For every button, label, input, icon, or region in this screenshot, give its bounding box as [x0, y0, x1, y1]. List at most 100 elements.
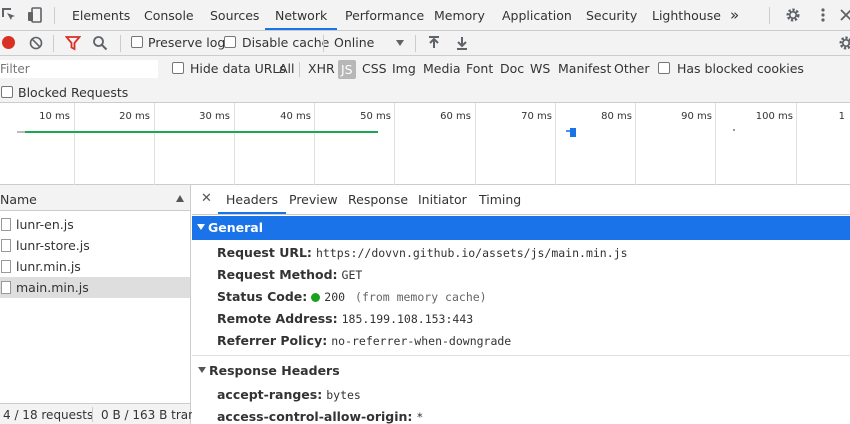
filter-type-xhr[interactable]: XHR [308, 61, 335, 76]
filter-type-js[interactable]: JS [338, 60, 356, 79]
blocked-requests-checkbox[interactable] [1, 86, 13, 98]
filter-type-css[interactable]: CSS [362, 61, 387, 76]
timeline-gridline [314, 103, 315, 185]
general-section-header[interactable]: General [192, 216, 850, 240]
filter-type-img[interactable]: Img [392, 61, 416, 76]
request-list: Name lunr-en.js lunr-store.js lunr.min.j… [0, 185, 202, 424]
filter-type-all[interactable]: All [279, 61, 295, 76]
has-blocked-cookies-label: Has blocked cookies [677, 61, 804, 76]
general-section-title: General [208, 220, 263, 235]
timeline-tick-label: 60 ms [440, 111, 471, 122]
filter-funnel-icon[interactable] [64, 35, 82, 51]
request-row-selected[interactable]: main.min.js [0, 277, 190, 298]
timeline-tick-label: 80 ms [601, 111, 632, 122]
inspect-element-icon[interactable] [1, 7, 17, 23]
more-options-icon[interactable] [815, 7, 831, 23]
tab-headers[interactable]: Headers [218, 185, 287, 214]
filter-type-media[interactable]: Media [423, 61, 461, 76]
divider [415, 35, 416, 52]
tab-memory[interactable]: Memory [434, 0, 485, 30]
timeline-gridline [394, 103, 395, 185]
timeline-tick-label: 40 ms [280, 111, 311, 122]
filter-type-font[interactable]: Font [466, 61, 493, 76]
request-row[interactable]: lunr-store.js [0, 235, 190, 256]
preserve-log-label: Preserve log [148, 35, 226, 50]
response-header-key: accept-ranges: [217, 387, 323, 402]
more-tabs-icon[interactable]: » [730, 0, 739, 30]
filter-type-other[interactable]: Other [614, 61, 650, 76]
request-details: ✕ Headers Preview Response Initiator Tim… [192, 185, 850, 424]
sort-ascending-icon[interactable] [176, 195, 184, 202]
disable-cache-label: Disable cache [242, 35, 330, 50]
response-headers-section-header[interactable]: Response Headers [192, 358, 850, 382]
request-count: 4 / 18 requests [3, 408, 94, 422]
export-har-icon[interactable] [454, 35, 470, 51]
status-ok-icon [311, 293, 321, 302]
file-icon [1, 281, 11, 294]
request-row[interactable]: lunr.min.js [0, 256, 190, 277]
expand-triangle-icon [198, 367, 206, 373]
tab-console[interactable]: Console [144, 0, 194, 30]
filter-type-doc[interactable]: Doc [500, 61, 524, 76]
preserve-log-checkbox[interactable] [131, 36, 143, 48]
remote-address-value: 185.199.108.153:443 [341, 312, 474, 326]
timeline-request-bar [733, 129, 735, 131]
hide-data-urls-checkbox[interactable] [172, 62, 184, 74]
filter-type-ws[interactable]: WS [530, 61, 550, 76]
filter-input[interactable] [0, 60, 158, 78]
network-settings-gear-icon[interactable] [838, 35, 850, 51]
request-name: lunr-store.js [16, 238, 90, 253]
divider [299, 62, 300, 77]
chevron-down-icon[interactable] [396, 40, 404, 46]
search-icon[interactable] [92, 35, 108, 51]
filter-bar: Hide data URLs All XHR JS CSS Img Media … [0, 56, 850, 103]
tab-security[interactable]: Security [586, 0, 637, 30]
response-header-row: accept-ranges: bytes [217, 387, 361, 402]
record-icon[interactable] [2, 36, 15, 49]
tab-lighthouse[interactable]: Lighthouse [652, 0, 721, 30]
timeline-tick-label: 30 ms [199, 111, 230, 122]
referrer-policy-label: Referrer Policy: [217, 333, 328, 348]
timeline-tick-label: 100 ms [755, 111, 793, 122]
details-tab-bar: ✕ Headers Preview Response Initiator Tim… [192, 185, 850, 215]
settings-gear-icon[interactable] [785, 7, 801, 23]
request-url-label: Request URL: [217, 245, 312, 260]
referrer-policy-value: no-referrer-when-downgrade [331, 334, 512, 348]
request-row[interactable]: lunr-en.js [0, 214, 190, 235]
has-blocked-cookies-checkbox[interactable] [658, 62, 670, 74]
close-details-icon[interactable]: ✕ [201, 191, 212, 206]
tab-preview[interactable]: Preview [289, 185, 338, 214]
filter-type-manifest[interactable]: Manifest [558, 61, 611, 76]
tab-network[interactable]: Network [265, 0, 338, 30]
clear-icon[interactable] [28, 35, 44, 51]
timeline-tick-label: 90 ms [681, 111, 712, 122]
hide-data-urls-label: Hide data URLs [190, 61, 286, 76]
timeline-gridline [715, 103, 716, 185]
tab-response[interactable]: Response [348, 185, 408, 214]
tab-timing[interactable]: Timing [479, 185, 521, 214]
device-toolbar-icon[interactable] [27, 7, 43, 23]
divider [120, 35, 121, 52]
divider [54, 7, 55, 24]
timeline-gridline [234, 103, 235, 185]
close-devtools-icon[interactable] [838, 7, 850, 23]
tab-sources[interactable]: Sources [210, 0, 259, 30]
tab-performance[interactable]: Performance [345, 0, 424, 30]
tab-elements[interactable]: Elements [72, 0, 130, 30]
tab-initiator[interactable]: Initiator [418, 185, 467, 214]
import-har-icon[interactable] [426, 35, 442, 51]
throttle-select[interactable]: Online [334, 35, 374, 50]
tab-application[interactable]: Application [502, 0, 572, 30]
blocked-requests-label: Blocked Requests [18, 85, 129, 100]
request-name: main.min.js [16, 280, 89, 295]
disable-cache-checkbox[interactable] [224, 36, 236, 48]
response-header-value: * [416, 410, 424, 424]
request-method-row: Request Method: GET [217, 267, 362, 282]
timeline-overview[interactable]: 10 ms 20 ms 30 ms 40 ms 50 ms 60 ms 70 m… [0, 103, 850, 185]
name-column-header[interactable]: Name [0, 185, 190, 211]
timeline-tick-label: 10 ms [39, 111, 70, 122]
divider [92, 407, 93, 422]
file-icon [1, 218, 11, 231]
divider [769, 7, 770, 24]
divider [192, 355, 850, 356]
